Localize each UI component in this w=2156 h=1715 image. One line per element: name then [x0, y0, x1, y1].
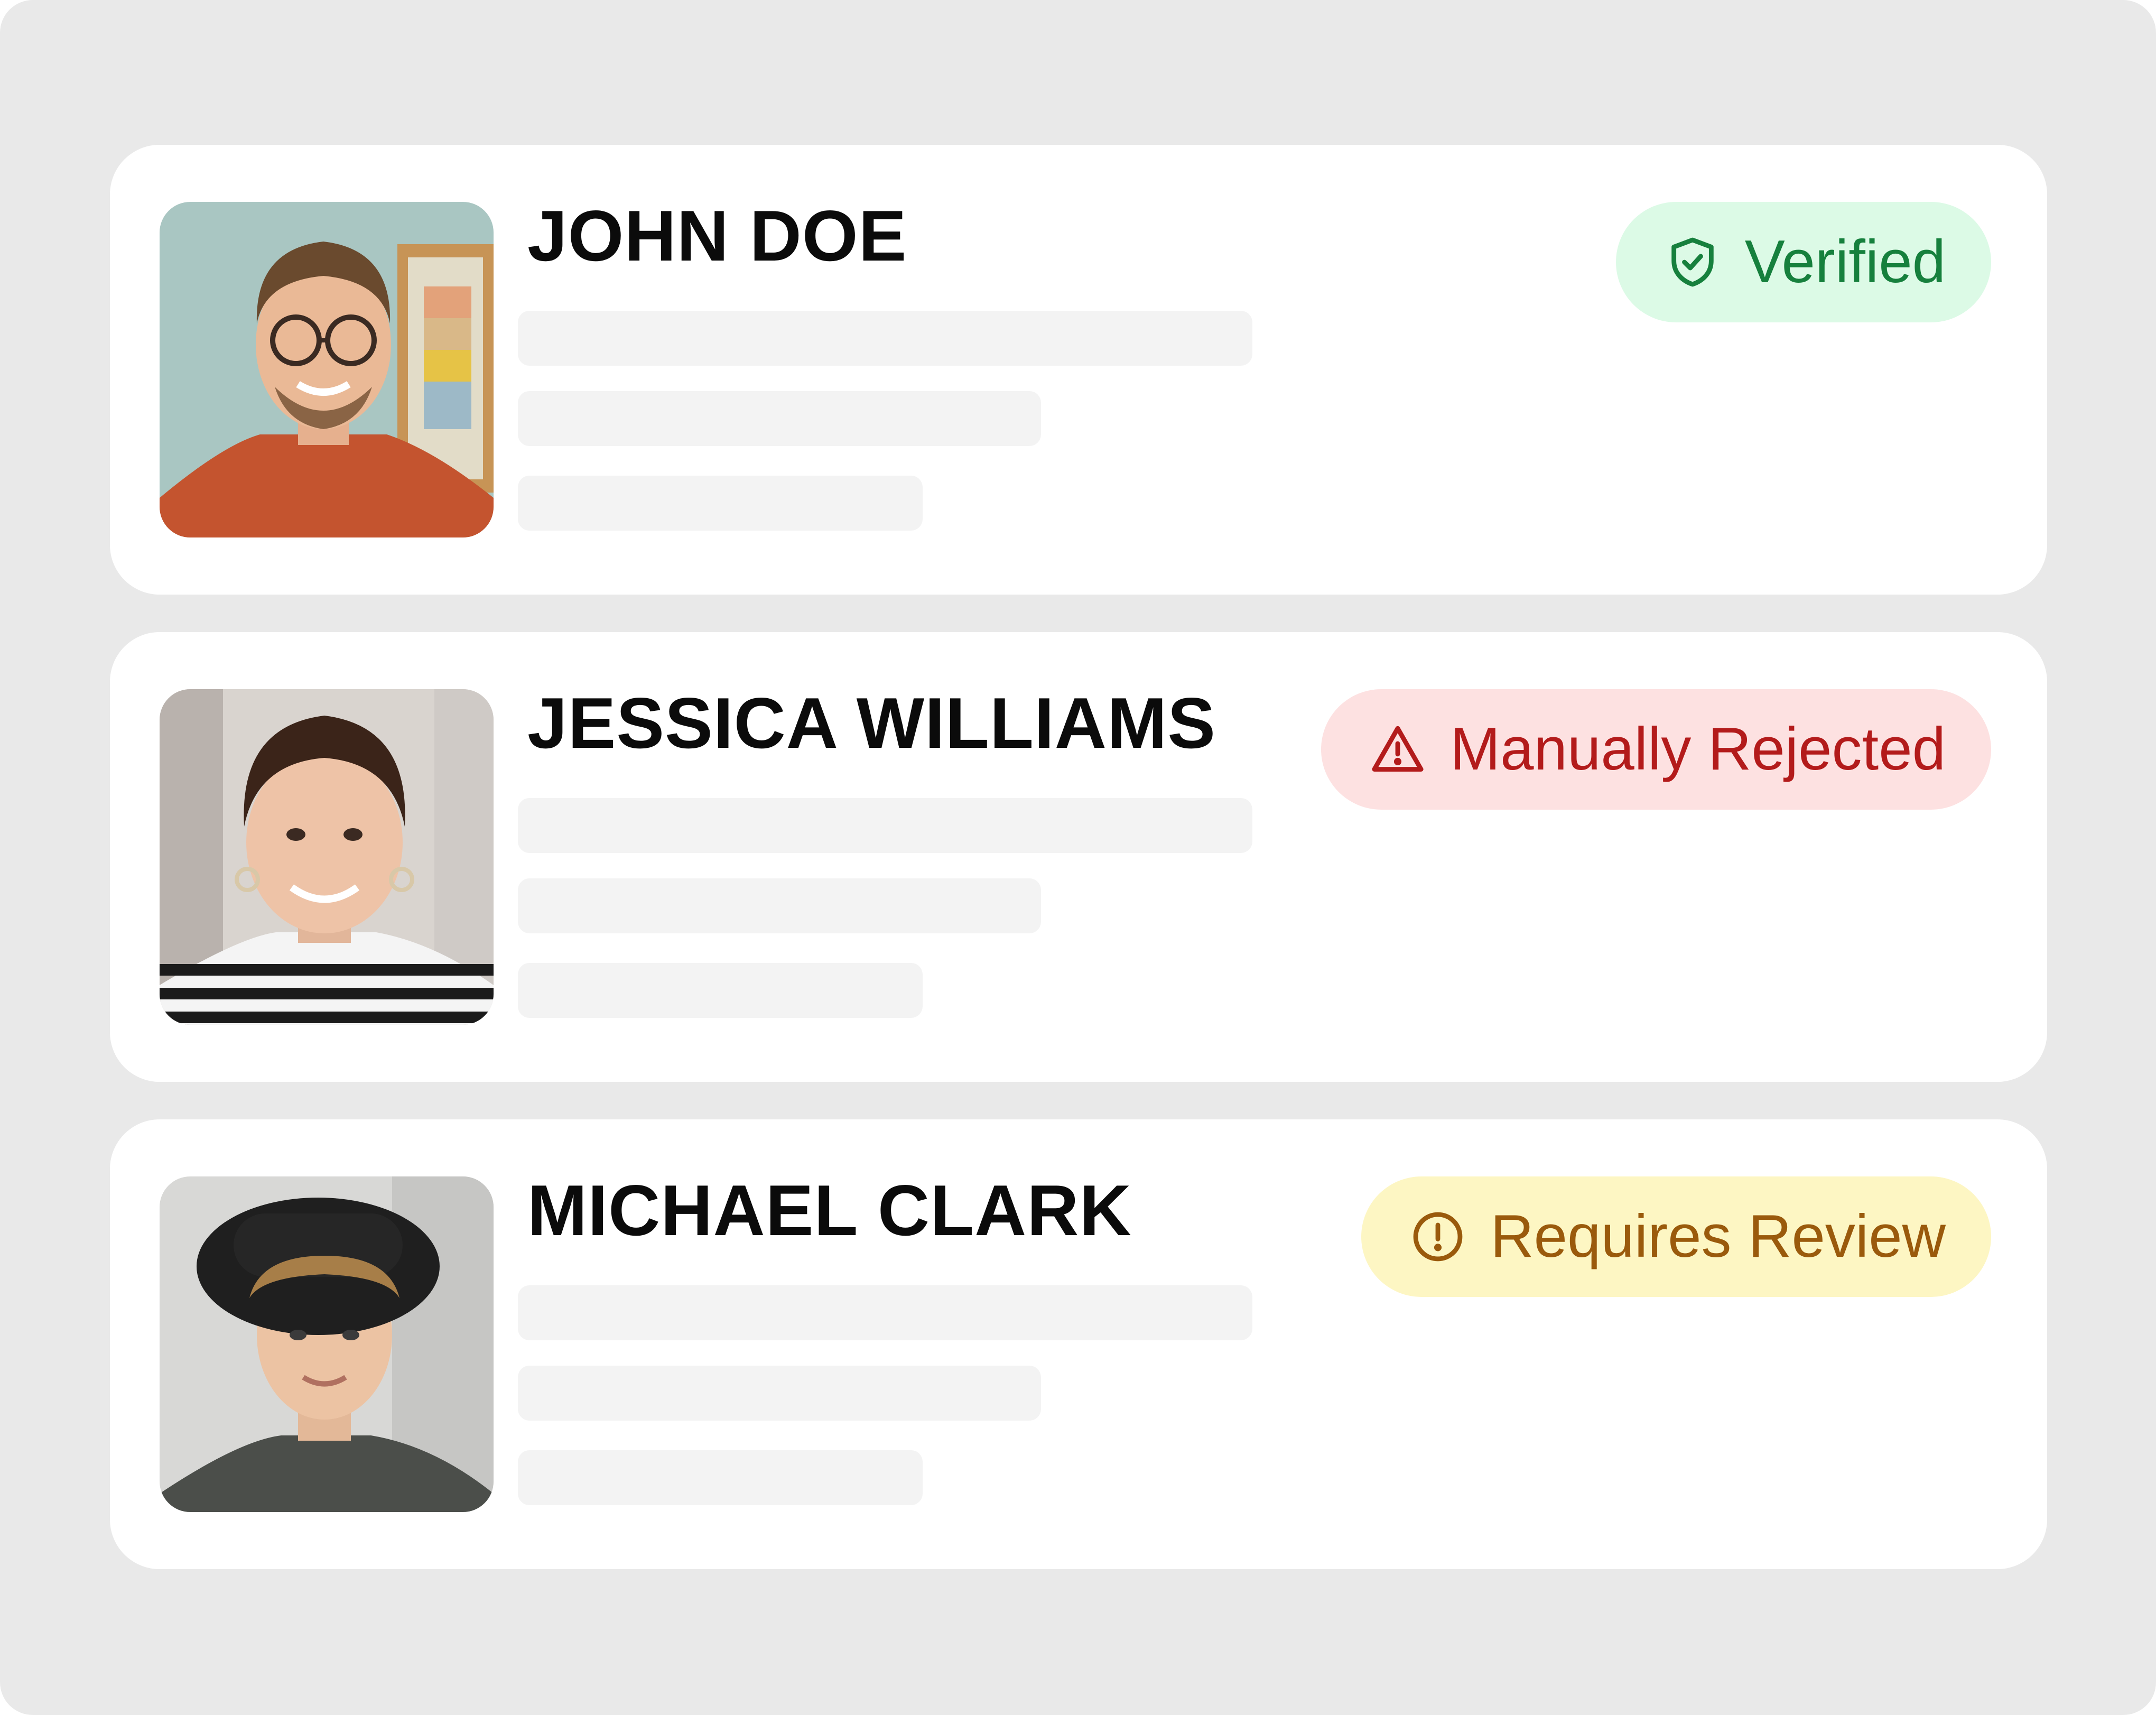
placeholder-line [518, 311, 1252, 366]
shield-check-icon [1665, 234, 1721, 290]
exclamation-circle-icon [1410, 1209, 1466, 1265]
user-card-michael-clark[interactable]: MICHAEL CLARK Requires Review [110, 1119, 2047, 1569]
user-card-jessica-williams[interactable]: JESSICA WILLIAMS Manually Rejected [110, 632, 2047, 1082]
status-badge: Manually Rejected [1321, 689, 1991, 810]
placeholder-line [518, 1450, 923, 1505]
avatar [160, 689, 494, 1025]
status-badge: Requires Review [1361, 1176, 1991, 1297]
placeholder-line [518, 391, 1041, 446]
placeholder-line [518, 1366, 1041, 1421]
warning-triangle-icon [1370, 721, 1426, 777]
user-card-john-doe[interactable]: JOHN DOE Verified [110, 145, 2047, 595]
avatar [160, 202, 494, 537]
placeholder-line [518, 963, 923, 1018]
user-list-panel: JOHN DOE Verified JESSICA WILLIAMS Manua… [0, 0, 2156, 1715]
status-label: Manually Rejected [1450, 716, 1946, 783]
status-label: Verified [1744, 228, 1946, 295]
avatar [160, 1176, 494, 1512]
placeholder-line [518, 798, 1252, 853]
user-name: JESSICA WILLIAMS [527, 683, 1216, 763]
placeholder-line [518, 878, 1041, 933]
user-name: JOHN DOE [527, 196, 907, 276]
status-badge: Verified [1615, 202, 1991, 322]
status-label: Requires Review [1490, 1203, 1946, 1270]
user-name: MICHAEL CLARK [527, 1170, 1132, 1250]
placeholder-line [518, 476, 923, 531]
placeholder-line [518, 1285, 1252, 1340]
